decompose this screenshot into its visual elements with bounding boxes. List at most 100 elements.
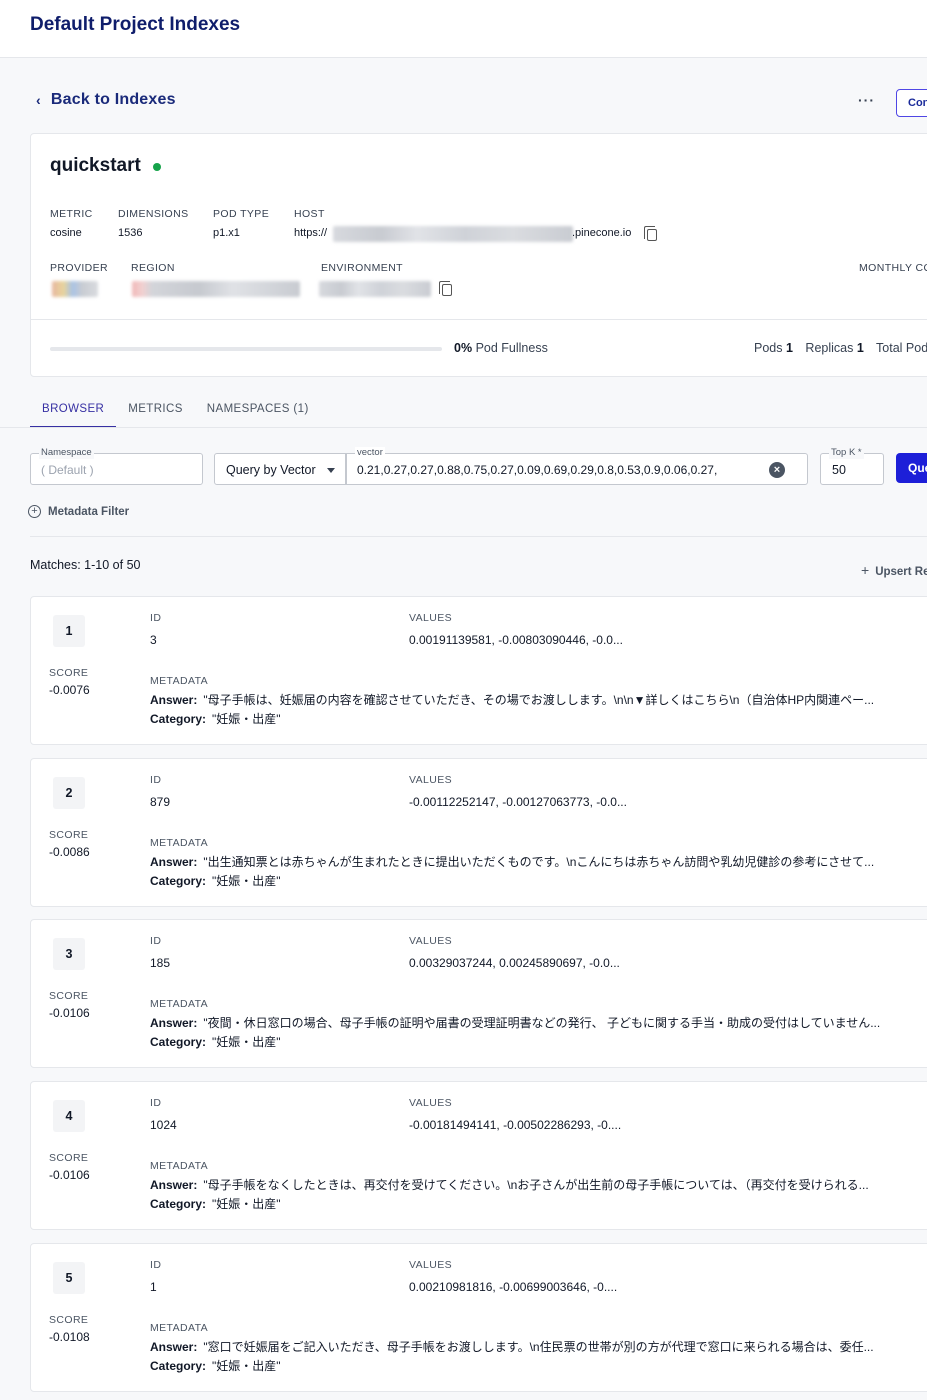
values-label: VALUES [409,774,453,786]
back-to-indexes-link[interactable]: ‹ Back to Indexes [36,91,176,109]
host-label: HOST [294,208,325,220]
vector-field[interactable]: vector 0.21,0.27,0.27,0.88,0.75,0.27,0.0… [346,447,808,485]
category-key: Category: [150,1035,207,1049]
host-redacted [333,226,573,242]
environment-label: ENVIRONMENT [321,262,403,274]
query-button[interactable]: Query [896,453,927,483]
result-id: 3 [150,633,157,647]
dimensions-value: 1536 [118,227,143,239]
metadata-label: METADATA [150,675,209,687]
query-mode-select[interactable]: Query by Vector [214,453,346,485]
dimensions-label: DIMENSIONS [118,208,189,220]
category-value: "妊娠・出産" [212,712,281,726]
pod-fullness-label: Pod Fullness [475,341,548,355]
region-redacted [132,281,300,297]
metadata-answer: Answer: "窓口で妊娠届をご記入いただき、母子手帳をお渡しします。\n住民票… [150,1338,920,1355]
result-score: -0.0108 [49,1330,90,1344]
result-values: -0.00181494141, -0.00502286293, -0.... [409,1118,622,1132]
result-id: 185 [150,956,171,970]
category-value: "妊娠・出産" [212,874,281,888]
metadata-answer: Answer: "出生通知票とは赤ちゃんが生まれたときに提出いただくものです。\n… [150,853,920,870]
metadata-label: METADATA [150,998,209,1010]
metric-label: METRIC [50,208,93,220]
upsert-record-button[interactable]: + Upsert Record [861,562,927,578]
category-key: Category: [150,1197,207,1211]
answer-value: "母子手帳は、妊娠届の内容を確認させていただき、その場でお渡しします。\n\n▼… [203,693,875,707]
filter-divider [30,536,927,537]
metadata-category: Category: "妊娠・出産" [150,1033,920,1050]
pod-fullness-bar [50,347,442,351]
category-value: "妊娠・出産" [212,1197,281,1211]
plus-icon: + [861,562,870,578]
topk-field[interactable]: Top K * [820,447,884,485]
matches-count: Matches: 1-10 of 50 [30,558,141,572]
tabs-divider [0,427,927,428]
result-values: 0.00210981816, -0.00699003646, -0.... [409,1280,618,1294]
total-pods-label: Total Pods [876,341,927,355]
pods-value: 1 [785,341,793,355]
result-card[interactable]: 3 ID 185 VALUES 0.00329037244, 0.0024589… [30,919,927,1068]
score-label: SCORE [49,667,89,679]
answer-key: Answer: [150,1178,198,1192]
result-score: -0.0086 [49,845,90,859]
result-rank: 2 [53,777,85,809]
score-label: SCORE [49,1314,89,1326]
tab-browser[interactable]: BROWSER [30,394,117,428]
result-card[interactable]: 5 ID 1 VALUES 0.00210981816, -0.00699003… [30,1243,927,1392]
query-mode-value: Query by Vector [226,463,316,477]
chevron-left-icon: ‹ [36,92,41,108]
metadata-answer: Answer: "母子手帳をなくしたときは、再交付を受けてください。\nお子さんが… [150,1176,920,1193]
result-rank: 5 [53,1262,85,1294]
result-values: 0.00329037244, 0.00245890697, -0.0... [409,956,620,970]
metadata-filter-button[interactable]: + Metadata Filter [28,505,129,518]
tab-namespaces[interactable]: NAMESPACES (1) [195,394,321,428]
caret-down-icon [327,468,335,473]
category-value: "妊娠・出産" [212,1359,281,1373]
metadata-label: METADATA [150,1160,209,1172]
back-label: Back to Indexes [50,91,176,108]
card-divider [31,319,927,320]
result-score: -0.0076 [49,683,90,697]
values-label: VALUES [409,935,453,947]
namespace-field[interactable]: Namespace [30,447,203,485]
result-score: -0.0106 [49,1006,90,1020]
pod-type-value: p1.x1 [213,227,240,239]
answer-key: Answer: [150,1016,198,1030]
more-options-icon[interactable]: ··· [858,92,875,108]
namespace-label: Namespace [39,447,94,459]
metadata-label: METADATA [150,837,209,849]
topk-input[interactable] [832,463,876,477]
result-id: 1 [150,1280,157,1294]
result-rank: 4 [53,1100,85,1132]
page-title: Default Project Indexes [30,14,241,35]
copy-environment-icon[interactable] [439,281,452,296]
status-ready-dot [152,163,161,171]
metadata-category: Category: "妊娠・出産" [150,1357,920,1374]
result-card[interactable]: 2 ID 879 VALUES -0.00112252147, -0.00127… [30,758,927,907]
result-card[interactable]: 1 ID 3 VALUES 0.00191139581, -0.00803090… [30,596,927,745]
id-label: ID [150,935,162,947]
answer-value: "出生通知票とは赤ちゃんが生まれたときに提出いただくものです。\nこんにちは赤ち… [203,855,875,869]
replicas-label: Replicas [805,341,854,355]
metadata-answer: Answer: "母子手帳は、妊娠届の内容を確認させていただき、その場でお渡ししま… [150,691,920,708]
pods-label: Pods [754,341,783,355]
namespace-input[interactable] [41,463,191,477]
metric-value: cosine [50,227,82,239]
copy-host-icon[interactable] [644,226,657,241]
environment-redacted [319,281,431,297]
monthly-cost-label: MONTHLY COST [859,262,927,274]
tab-metrics[interactable]: METRICS [116,394,195,428]
provider-label: PROVIDER [50,262,109,274]
result-card[interactable]: 4 ID 1024 VALUES -0.00181494141, -0.0050… [30,1081,927,1230]
replicas-value: 1 [856,341,864,355]
pod-fullness: 0% Pod Fullness [454,341,548,355]
result-id: 879 [150,795,171,809]
provider-redacted [52,281,98,297]
connect-button[interactable]: Connect [896,89,927,117]
pod-type-label: POD TYPE [213,208,270,220]
id-label: ID [150,774,162,786]
values-label: VALUES [409,612,453,624]
clear-icon[interactable]: × [769,462,785,478]
answer-key: Answer: [150,693,198,707]
vector-input[interactable]: 0.21,0.27,0.27,0.88,0.75,0.27,0.09,0.69,… [357,463,767,477]
